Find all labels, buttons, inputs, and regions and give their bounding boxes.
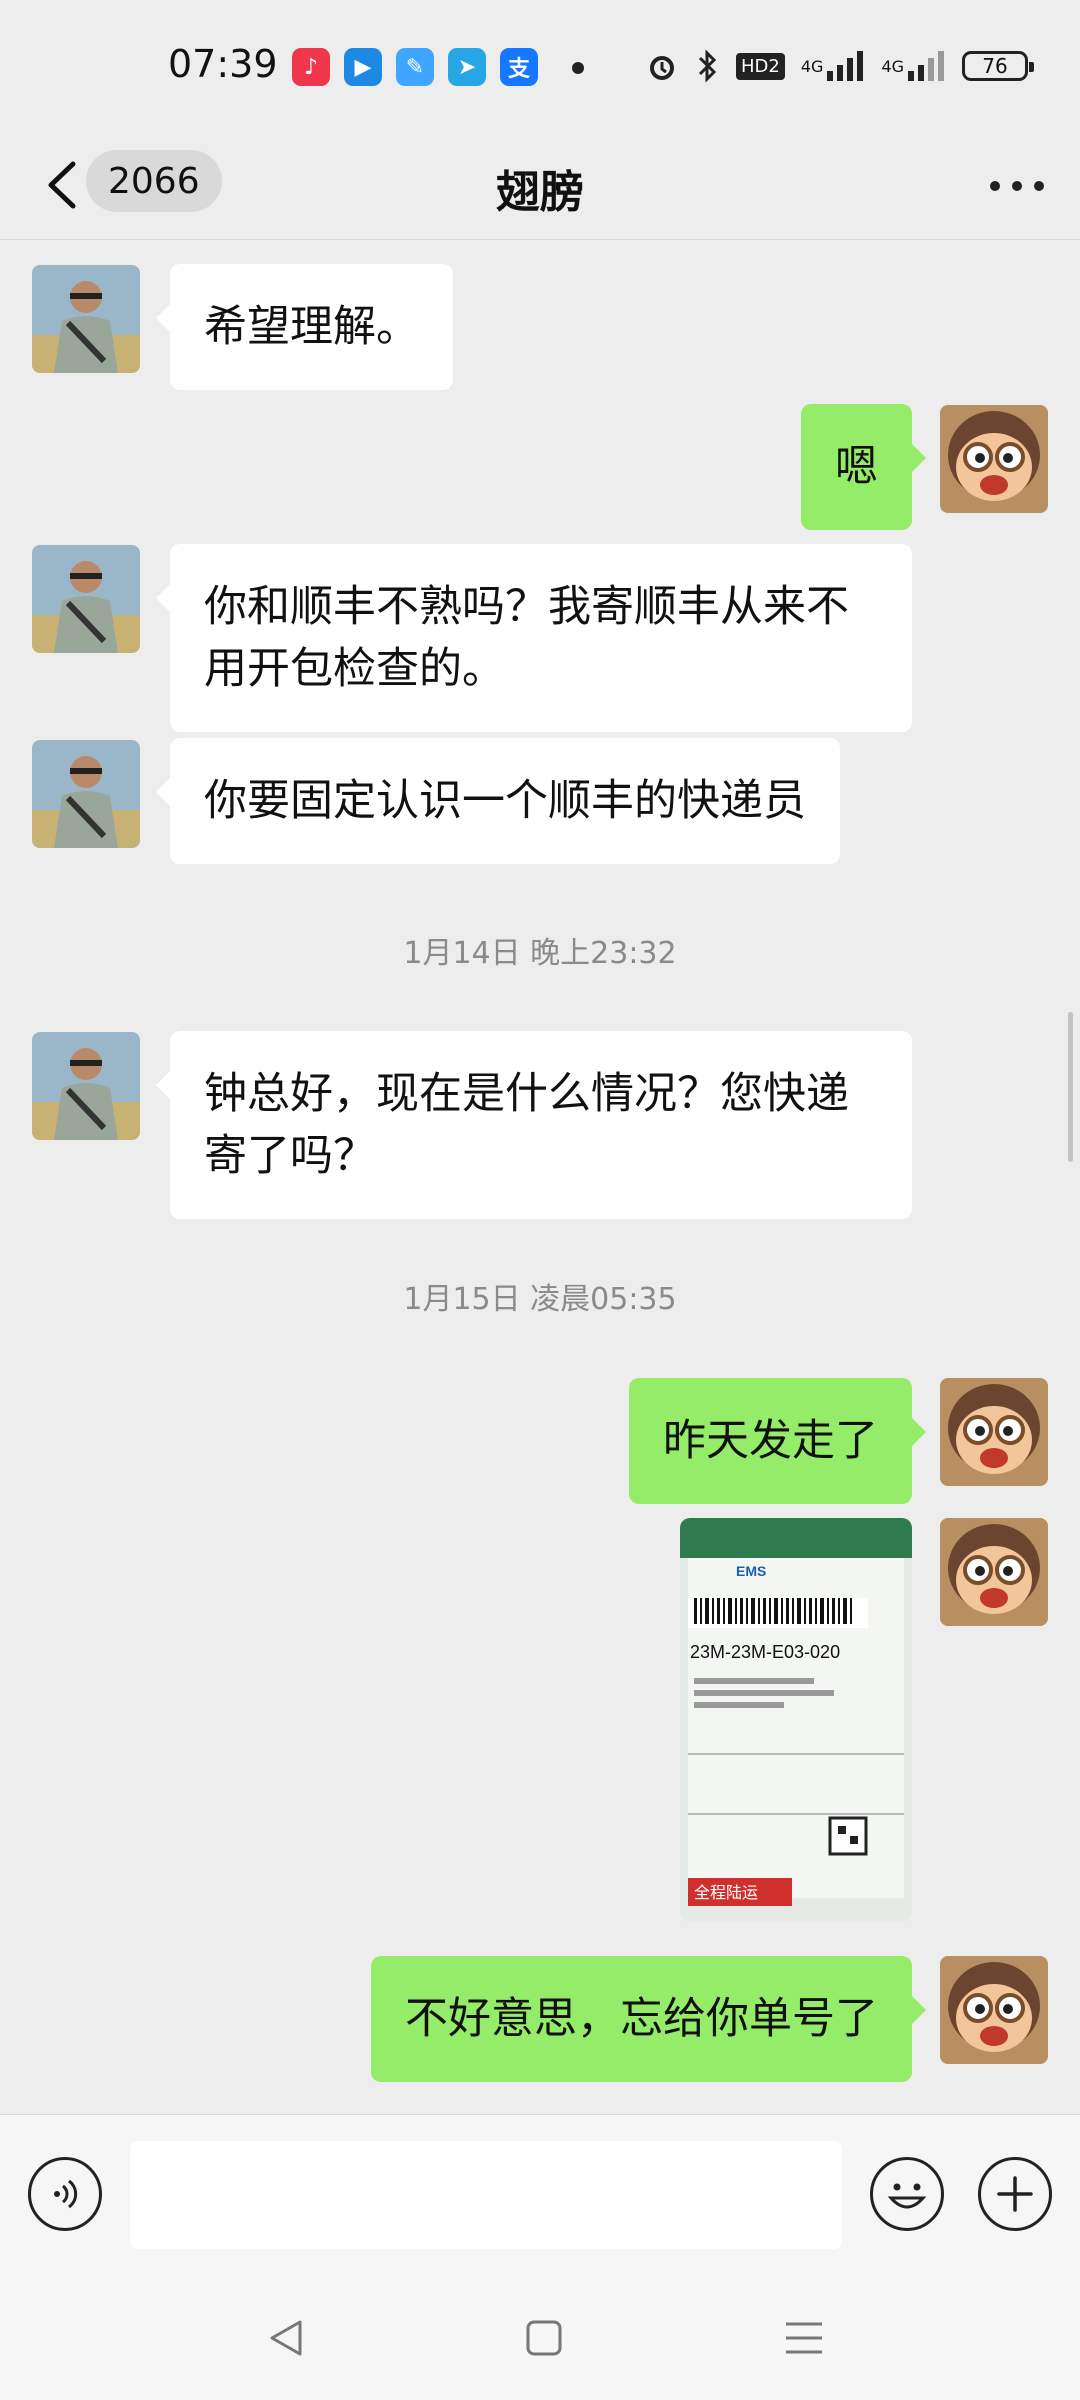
nav-menu-button[interactable] bbox=[774, 2308, 834, 2368]
contact-avatar[interactable] bbox=[32, 1032, 140, 1140]
contact-avatar[interactable] bbox=[32, 740, 140, 848]
my-avatar[interactable] bbox=[940, 405, 1048, 513]
parcel-label-image: EMS 23M-23M-E03-020 全程陆运 bbox=[680, 1518, 912, 1922]
voice-input-button[interactable] bbox=[28, 2157, 102, 2231]
message-bubble[interactable]: 希望理解。 bbox=[156, 264, 453, 390]
message-bubble[interactable]: 你和顺丰不熟吗？我寄顺丰从来不 用开包检查的。 bbox=[156, 544, 912, 732]
more-dot-icon bbox=[1012, 181, 1022, 191]
smiley-icon bbox=[887, 2183, 927, 2209]
more-dot-icon bbox=[1034, 181, 1044, 191]
message-bubble-self[interactable]: 昨天发走了 bbox=[629, 1378, 926, 1504]
nav-home-button[interactable] bbox=[514, 2308, 574, 2368]
status-time: 07:39 bbox=[168, 42, 278, 86]
message-text: 你要固定认识一个顺丰的快递员 bbox=[204, 776, 806, 826]
message-bubble-self[interactable]: 不好意思，忘给你单号了 bbox=[371, 1956, 926, 2082]
my-avatar[interactable] bbox=[940, 1518, 1048, 1626]
notification-app-icons: ♪ ▶ ✎ ➤ 支 bbox=[292, 48, 538, 86]
more-dot-icon bbox=[990, 181, 1000, 191]
square-home-icon bbox=[526, 2320, 562, 2356]
message-bubble[interactable]: 你要固定认识一个顺丰的快递员 bbox=[156, 738, 840, 864]
message-bubble-self[interactable]: 嗯 bbox=[801, 404, 926, 530]
more-options-button[interactable] bbox=[982, 164, 1052, 208]
message-text: 不好意思，忘给你单号了 bbox=[405, 1994, 878, 2044]
my-avatar[interactable] bbox=[940, 1378, 1048, 1486]
message-text: 昨天发走了 bbox=[663, 1416, 878, 1466]
menu-lines-icon bbox=[786, 2322, 822, 2354]
more-notifications-dot bbox=[572, 62, 584, 74]
signal-icon-2: 4G bbox=[881, 44, 946, 88]
message-text-line: 寄了吗？ bbox=[204, 1131, 376, 1181]
chat-timestamp: 1月14日 晚上23:32 bbox=[403, 936, 677, 971]
chat-input-bar bbox=[0, 2114, 1080, 2274]
battery-indicator: 76 bbox=[962, 51, 1035, 81]
chat-timestamp: 1月15日 凌晨05:35 bbox=[403, 1282, 677, 1317]
video-app-icon: ▶ bbox=[344, 48, 382, 86]
chat-header: 2066 翅膀 bbox=[0, 130, 1080, 240]
emoji-button[interactable] bbox=[870, 2157, 944, 2231]
triangle-back-icon bbox=[270, 2320, 302, 2356]
system-navigation-bar bbox=[0, 2274, 1080, 2400]
contact-avatar[interactable] bbox=[32, 545, 140, 653]
message-text: 嗯 bbox=[835, 442, 878, 492]
signal-icon: 4G bbox=[801, 44, 866, 88]
parcel-tag-text: 全程陆运 bbox=[694, 1883, 758, 1902]
system-icons: HD2 4G 4G 76 bbox=[644, 44, 1035, 88]
message-text-line: 钟总好，现在是什么情况？您快递 bbox=[204, 1069, 849, 1119]
plus-icon bbox=[997, 2176, 1033, 2212]
bluetooth-icon bbox=[696, 44, 720, 88]
parcel-brand-text: EMS bbox=[736, 1563, 766, 1579]
message-text: 希望理解。 bbox=[204, 302, 419, 352]
music-app-icon: ♪ bbox=[292, 48, 330, 86]
contact-avatar[interactable] bbox=[32, 265, 140, 373]
my-avatar[interactable] bbox=[940, 1956, 1048, 2064]
nav-back-button[interactable] bbox=[256, 2308, 316, 2368]
voice-icon bbox=[54, 2179, 78, 2209]
alarm-icon bbox=[644, 44, 680, 88]
chat-title: 翅膀 bbox=[496, 167, 584, 218]
image-message-parcel-photo[interactable]: EMS 23M-23M-E03-020 全程陆运 bbox=[680, 1518, 912, 1922]
scrollbar-thumb[interactable] bbox=[1068, 1012, 1073, 1162]
status-bar: 07:39 ♪ ▶ ✎ ➤ 支 HD2 4G 4G 76 bbox=[0, 0, 1080, 130]
message-text-line: 你和顺丰不熟吗？我寄顺丰从来不 bbox=[204, 582, 849, 632]
send-app-icon: ➤ bbox=[448, 48, 486, 86]
message-bubble[interactable]: 钟总好，现在是什么情况？您快递 寄了吗？ bbox=[156, 1031, 912, 1219]
hd-voice-icon: HD2 bbox=[736, 44, 785, 88]
message-text-line: 用开包检查的。 bbox=[204, 644, 505, 694]
parcel-sort-code: 23M-23M-E03-020 bbox=[690, 1642, 840, 1662]
more-functions-button[interactable] bbox=[978, 2157, 1052, 2231]
alipay-app-icon: 支 bbox=[500, 48, 538, 86]
message-input[interactable] bbox=[130, 2141, 842, 2249]
notes-app-icon: ✎ bbox=[396, 48, 434, 86]
